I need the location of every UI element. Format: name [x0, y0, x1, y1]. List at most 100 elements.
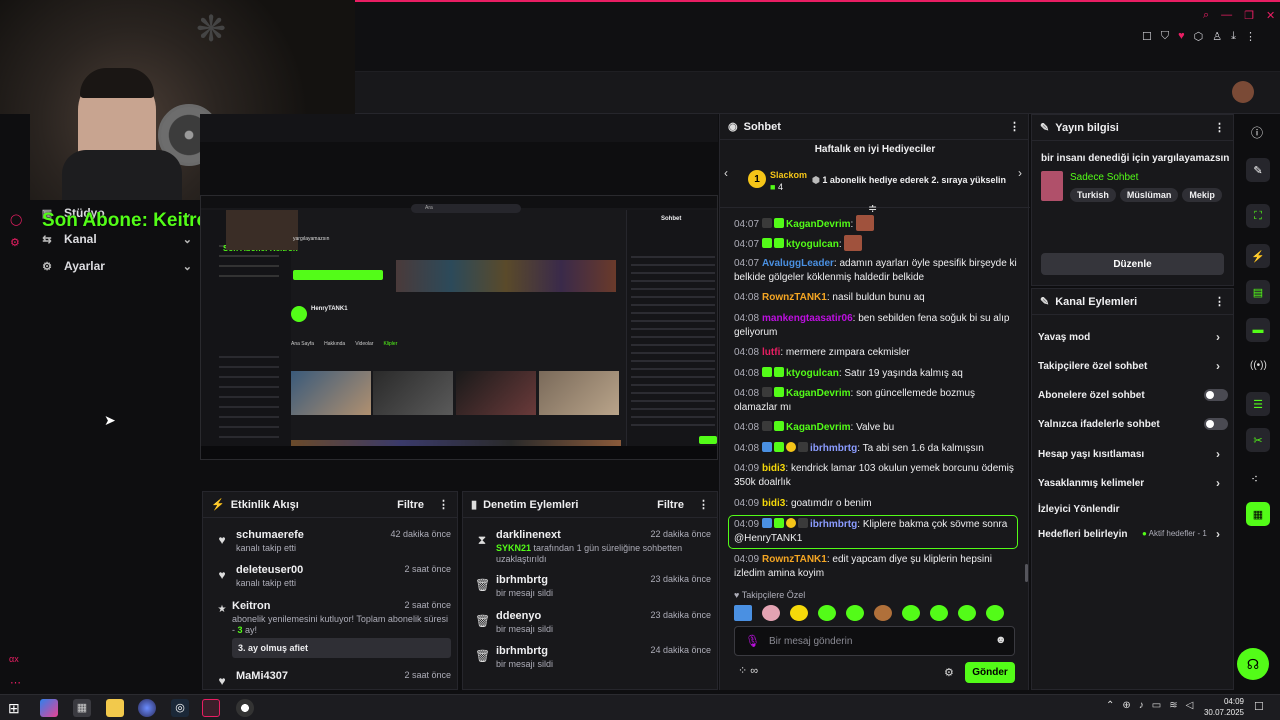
chat-message[interactable]: 04:08 RownzTANK1: nasil buldun bunu aq — [734, 291, 1020, 305]
emote-icon[interactable] — [790, 605, 808, 621]
broadcast-icon[interactable]: ((•)) — [1250, 360, 1267, 371]
menu-dots-icon[interactable]: ⋮ — [698, 498, 709, 511]
chat-message[interactable]: 04:07 ktyogulcan: — [734, 235, 1020, 252]
emote-icon[interactable] — [818, 605, 836, 621]
category-name[interactable]: Sadece Sohbet — [1070, 172, 1138, 183]
moderation-item[interactable]: 🗑 ddeenyo 23 dakika önce bir mesajı sild… — [471, 610, 711, 640]
support-icon[interactable]: ☊ — [1237, 648, 1269, 680]
chat-message[interactable]: 04:08 ibrhmbrtg: Ta abi sen 1.6 da kalmış… — [734, 442, 1020, 456]
chat-bubble-icon[interactable]: ◯ — [10, 213, 22, 226]
dots-icon[interactable]: ⁖ — [1251, 472, 1258, 486]
chevron-up-icon[interactable]: ⌃ — [1106, 700, 1114, 714]
moderation-item[interactable]: ⧗ darklinenext 22 dakika önce SYKN21 tar… — [471, 529, 711, 564]
send-button[interactable]: Gönder — [965, 662, 1015, 683]
windows-start-icon[interactable]: ⊞ — [8, 699, 26, 717]
mic-icon[interactable]: 🎙 — [745, 634, 760, 648]
filter-button[interactable]: Filtre — [397, 499, 424, 511]
action-slow-mode[interactable]: Yavaş mod › — [1038, 328, 1228, 346]
search-icon[interactable]: ⌕ — [1203, 9, 1209, 23]
action-goals[interactable]: Hedefleri belirleyin ● Aktif hedefler - … — [1038, 525, 1228, 543]
menu-dots-icon[interactable]: ⋮ — [1245, 30, 1256, 44]
emote-icon[interactable] — [958, 605, 976, 621]
chat-message[interactable]: 04:09 bidi3: kendrick lamar 103 okulun ye… — [734, 462, 1020, 490]
chat-message[interactable]: 04:07 KaganDevrim: — [734, 215, 1020, 232]
notification-icon[interactable]: ☐ — [1254, 700, 1264, 713]
shield-icon[interactable]: ⛉ — [1161, 30, 1169, 44]
chat-scrollbar[interactable] — [1025, 564, 1028, 582]
puzzle-icon[interactable]: ⬡ — [1194, 30, 1204, 44]
display-icon[interactable]: ▭ — [1152, 700, 1161, 714]
menu-dots-icon[interactable]: ⋮ — [438, 498, 449, 511]
chat-message[interactable]: 04:08 KaganDevrim: son güncellemede bozmu… — [734, 387, 1020, 415]
pencil-icon[interactable]: ✎ — [1246, 158, 1270, 182]
lightning-icon[interactable]: ⚡ — [1246, 244, 1270, 268]
emote-icon[interactable] — [902, 605, 920, 621]
menu-dots-icon[interactable]: ⋮ — [1009, 120, 1020, 133]
gear-icon[interactable]: ⚙ — [944, 666, 954, 679]
scan-icon[interactable]: ⛶ — [1246, 204, 1270, 228]
emote-icon[interactable] — [846, 605, 864, 621]
close-icon[interactable]: ✕ — [1266, 9, 1275, 23]
info-icon[interactable]: ⓘ — [1251, 124, 1263, 141]
menu-dots-icon[interactable]: ⋮ — [1214, 121, 1225, 134]
emote-icon[interactable] — [986, 605, 1004, 621]
stream-preview-video[interactable]: Ara Son Abone: Keitron yargılayamazsın H… — [200, 195, 718, 460]
subscribers-only-toggle[interactable] — [1204, 389, 1228, 401]
menu-item-settings[interactable]: ⚙ Ayarlar ⌄ — [40, 255, 192, 277]
activity-item[interactable]: ♥ deleteuser00 2 saat önce kanalı takip … — [211, 564, 451, 594]
emote-icon[interactable] — [874, 605, 892, 621]
chat-message[interactable]: 04:09 bidi3: goatımdır o benim — [734, 497, 1020, 511]
folder-icon[interactable] — [106, 699, 124, 717]
settings-icon[interactable]: ⚙ — [10, 236, 20, 249]
clock-time[interactable]: 04:09 — [1204, 697, 1244, 706]
volume-icon[interactable]: ◁ — [1186, 700, 1194, 714]
chat-message-highlighted[interactable]: 04:09 ibrhmbrtg: Kliplere bakma çok sövme… — [734, 518, 1020, 546]
clipboard-icon[interactable]: ▤ — [1246, 280, 1270, 304]
activity-item[interactable]: ♥ schumaerefe 42 dakika önce kanalı taki… — [211, 529, 451, 559]
action-followers-only[interactable]: Takipçilere özel sohbet › — [1038, 357, 1228, 375]
activity-item[interactable]: ★ Keitron 2 saat önce abonelik yenilemes… — [211, 600, 451, 660]
clapperboard-icon[interactable]: ▦ — [1246, 502, 1270, 526]
steam-icon[interactable]: ◎ — [171, 699, 189, 717]
gifter-name[interactable]: Slackom — [770, 170, 807, 180]
chevron-right-icon[interactable]: › — [1018, 166, 1022, 180]
copilot-icon[interactable] — [40, 699, 58, 717]
heart-icon[interactable]: ♥ — [1178, 30, 1185, 44]
filter-button[interactable]: Filtre — [657, 499, 684, 511]
bookmark-icon[interactable]: ☐ — [1142, 30, 1152, 44]
collapse-icon[interactable]: ≑ — [868, 202, 877, 215]
tag[interactable]: Turkish — [1070, 188, 1116, 202]
chat-message[interactable]: 04:08 ktyogulcan: Satır 19 yaşında kalmış… — [734, 367, 1020, 381]
chat-bubble-icon[interactable]: ▬ — [1246, 318, 1270, 342]
avatar[interactable] — [1232, 81, 1254, 103]
chat-message[interactable]: 04:07 AvaluggLeader: adamın ayarları öyle… — [734, 257, 1020, 285]
opera-icon[interactable] — [202, 699, 220, 717]
mic-icon[interactable]: ♪ — [1139, 700, 1144, 714]
chat-message[interactable]: 04:08 mankengtaasatir06: ben sebilden fen… — [734, 312, 1020, 340]
tag[interactable]: Mekip — [1182, 188, 1222, 202]
maximize-icon[interactable]: ❐ — [1244, 9, 1254, 23]
emote-icon[interactable] — [762, 605, 780, 621]
network-icon[interactable]: ⊕ — [1122, 700, 1130, 714]
emote-icon[interactable] — [734, 605, 752, 621]
tag[interactable]: Müslüman — [1119, 188, 1179, 202]
moderation-item[interactable]: 🗑 ibrhmbrtg 23 dakika önce bir mesajı si… — [471, 574, 711, 604]
action-banned-words[interactable]: Yasaklanmış kelimeler › — [1038, 474, 1228, 492]
edit-button[interactable]: Düzenle — [1041, 253, 1224, 275]
more-icon[interactable]: ⋯ — [10, 676, 21, 689]
activity-item[interactable]: ♥ MaMi4307 2 saat önce — [211, 670, 451, 689]
chat-message[interactable]: 04:08 KaganDevrim: Valve bu — [734, 421, 1020, 435]
clock-date[interactable]: 30.07.2025 — [1196, 708, 1244, 717]
user-icon[interactable]: ♙ — [1212, 30, 1222, 44]
minimize-icon[interactable]: — — [1221, 9, 1232, 23]
download-icon[interactable]: ⤓ — [1231, 30, 1236, 44]
obs-icon[interactable] — [236, 699, 254, 717]
infinity-icon[interactable]: ⁘ ∞ — [738, 664, 758, 677]
app-icon[interactable] — [138, 699, 156, 717]
chat-message[interactable]: 04:09 RownzTANK1: edit yapcam diye şu kli… — [734, 553, 1020, 581]
chat-input[interactable]: 🎙 Bir mesaj gönderin ☻ — [734, 626, 1015, 656]
chevron-left-icon[interactable]: ‹ — [724, 166, 728, 180]
zoom-icon[interactable]: αx — [9, 654, 19, 664]
emote-icon[interactable] — [930, 605, 948, 621]
action-account-age[interactable]: Hesap yaşı kısıtlaması › — [1038, 445, 1228, 463]
